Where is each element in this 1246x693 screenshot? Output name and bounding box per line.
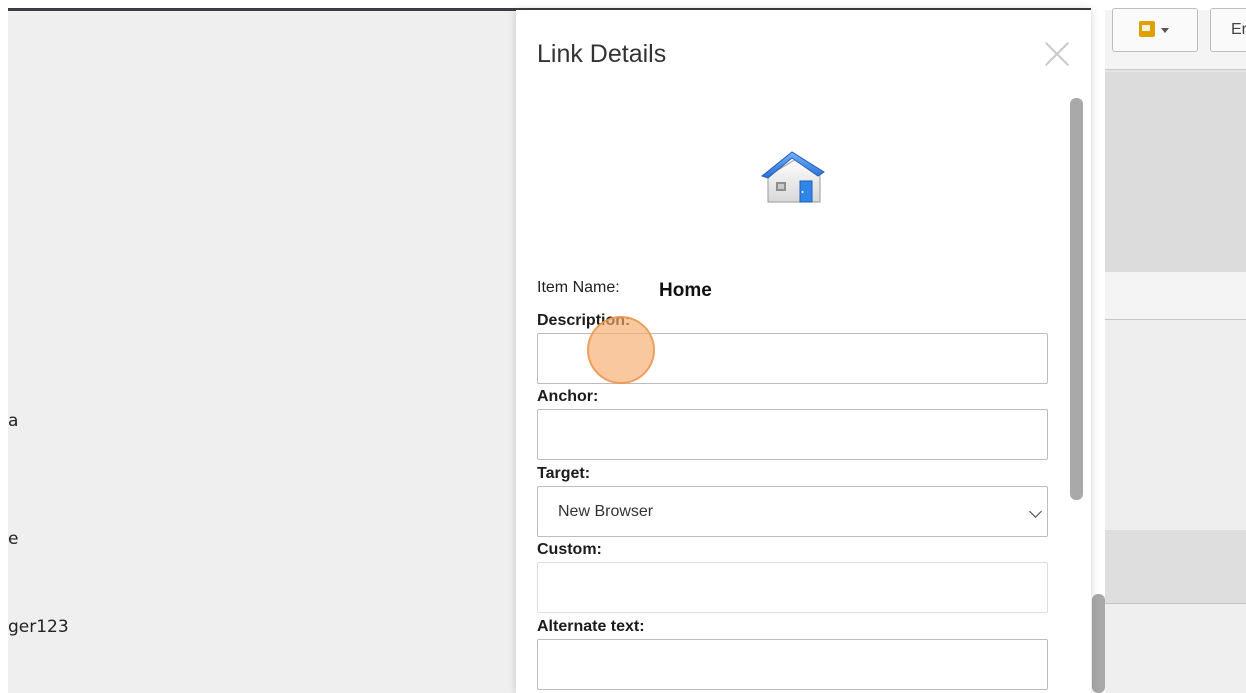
- insert-dropdown-button[interactable]: [1112, 8, 1198, 52]
- anchor-label: Anchor:: [537, 388, 599, 405]
- close-icon[interactable]: [1043, 40, 1071, 68]
- chevron-down-icon: [1029, 505, 1042, 518]
- dialog-scrollbar-thumb[interactable]: [1070, 98, 1083, 500]
- item-name-label: Item Name:: [537, 279, 620, 296]
- target-select[interactable]: New Browser: [537, 486, 1048, 537]
- item-name-value: Home: [659, 280, 712, 301]
- toolbar-button[interactable]: Er: [1210, 8, 1246, 52]
- description-label: Description:: [537, 312, 631, 329]
- home-icon: [760, 151, 825, 203]
- background-panel: [1105, 72, 1246, 272]
- page-scrollbar-thumb[interactable]: [1092, 594, 1105, 693]
- background-panel: [1105, 320, 1246, 530]
- screen: a e ger123 Er Link Details Item Name: Ho…: [0, 0, 1246, 693]
- caret-down-icon: [1161, 28, 1169, 33]
- alternate-text-input[interactable]: [537, 639, 1048, 690]
- anchor-input[interactable]: [537, 409, 1048, 460]
- background-text-fragment: ger123: [8, 617, 69, 637]
- background-text-fragment: e: [8, 529, 19, 549]
- target-label: Target:: [537, 465, 591, 482]
- dialog-title: Link Details: [537, 40, 667, 68]
- background-page-left: [8, 10, 516, 693]
- notebook-icon: [1139, 21, 1155, 37]
- custom-label: Custom:: [537, 541, 602, 558]
- background-panel: [1105, 272, 1246, 320]
- custom-input[interactable]: [537, 562, 1048, 613]
- target-selected-value: New Browser: [558, 502, 654, 520]
- background-text-fragment: a: [8, 411, 19, 431]
- alternate-text-label: Alternate text:: [537, 618, 645, 635]
- link-details-dialog: Link Details Item Name: Home Description…: [516, 10, 1091, 693]
- background-panel: [1105, 530, 1246, 604]
- description-input[interactable]: [537, 333, 1048, 384]
- background-panel: [1105, 604, 1246, 693]
